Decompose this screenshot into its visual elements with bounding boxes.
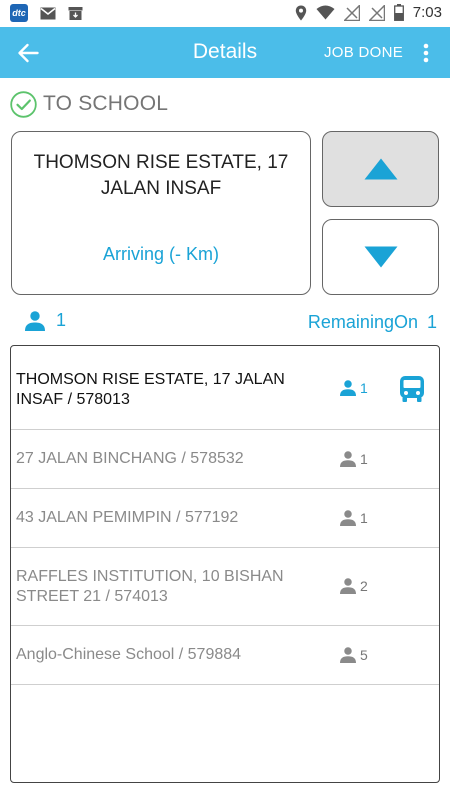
summary-row: 1 RemainingOn 1 bbox=[0, 307, 450, 335]
person-icon bbox=[340, 647, 356, 663]
stop-list: THOMSON RISE ESTATE, 17 JALAN INSAF / 57… bbox=[10, 345, 440, 783]
passenger-count: 5 bbox=[360, 647, 368, 663]
current-stop-address: THOMSON RISE ESTATE, 17 JALAN INSAF bbox=[33, 152, 289, 199]
person-icon bbox=[25, 310, 45, 331]
arriving-status: Arriving (- Km) bbox=[103, 244, 219, 264]
person-icon bbox=[340, 451, 356, 467]
remaining-count: 1 bbox=[426, 312, 437, 332]
next-stop-button[interactable] bbox=[322, 219, 439, 295]
stop-label: THOMSON RISE ESTATE, 17 JALAN INSAF / 57… bbox=[16, 371, 285, 408]
stop-passengers: 1 bbox=[339, 510, 368, 526]
no-signal-icon bbox=[368, 4, 385, 21]
status-time: 7:03 bbox=[412, 4, 442, 21]
app-bar: Details JOB DONE bbox=[0, 27, 450, 78]
gmail-icon bbox=[40, 7, 56, 19]
previous-stop-button[interactable] bbox=[322, 131, 439, 207]
stop-passengers: 1 bbox=[339, 380, 368, 396]
bus-icon bbox=[400, 376, 424, 402]
status-bar: dtc 7:03 bbox=[0, 0, 450, 27]
app-badge-icon: dtc bbox=[10, 4, 28, 22]
battery-icon bbox=[393, 4, 404, 21]
stop-passengers: 5 bbox=[339, 647, 368, 663]
download-tray-icon bbox=[68, 6, 83, 20]
passenger-count: 1 bbox=[56, 310, 67, 330]
stop-label: 43 JALAN PEMIMPIN / 577192 bbox=[16, 509, 239, 526]
list-item[interactable]: Anglo-Chinese School / 579884 5 bbox=[11, 626, 439, 685]
person-icon bbox=[340, 578, 356, 594]
list-item[interactable]: THOMSON RISE ESTATE, 17 JALAN INSAF / 57… bbox=[11, 346, 439, 430]
stop-label: 27 JALAN BINCHANG / 578532 bbox=[16, 450, 244, 467]
current-stop-card: THOMSON RISE ESTATE, 17 JALAN INSAF Arri… bbox=[11, 131, 311, 295]
list-item[interactable]: 27 JALAN BINCHANG / 578532 1 bbox=[11, 430, 439, 489]
route-heading: TO SCHOOL bbox=[10, 89, 168, 119]
remaining-label: RemainingOn bbox=[307, 312, 418, 332]
triangle-up-icon bbox=[364, 158, 397, 180]
stop-passengers: 1 bbox=[339, 451, 368, 467]
more-options-button[interactable] bbox=[414, 40, 438, 66]
job-done-button[interactable]: JOB DONE bbox=[324, 44, 403, 61]
list-item[interactable]: RAFFLES INSTITUTION, 10 BISHAN STREET 21… bbox=[11, 548, 439, 626]
passenger-count: 1 bbox=[360, 510, 368, 526]
location-icon bbox=[295, 5, 306, 20]
check-circle-icon bbox=[10, 90, 37, 118]
route-title: TO SCHOOL bbox=[43, 92, 169, 115]
passenger-count: 1 bbox=[360, 451, 368, 467]
triangle-down-icon bbox=[364, 246, 397, 268]
stop-passengers: 2 bbox=[339, 578, 368, 594]
more-vertical-icon bbox=[423, 43, 429, 63]
stop-label: RAFFLES INSTITUTION, 10 BISHAN STREET 21… bbox=[16, 568, 284, 605]
person-icon bbox=[340, 510, 356, 526]
no-signal-icon bbox=[343, 4, 360, 21]
list-item[interactable]: 43 JALAN PEMIMPIN / 577192 1 bbox=[11, 489, 439, 548]
passenger-count: 2 bbox=[360, 578, 368, 594]
stop-label: Anglo-Chinese School / 579884 bbox=[16, 646, 242, 663]
wifi-icon bbox=[316, 5, 335, 20]
passenger-count: 1 bbox=[360, 380, 368, 396]
person-icon bbox=[340, 380, 356, 396]
